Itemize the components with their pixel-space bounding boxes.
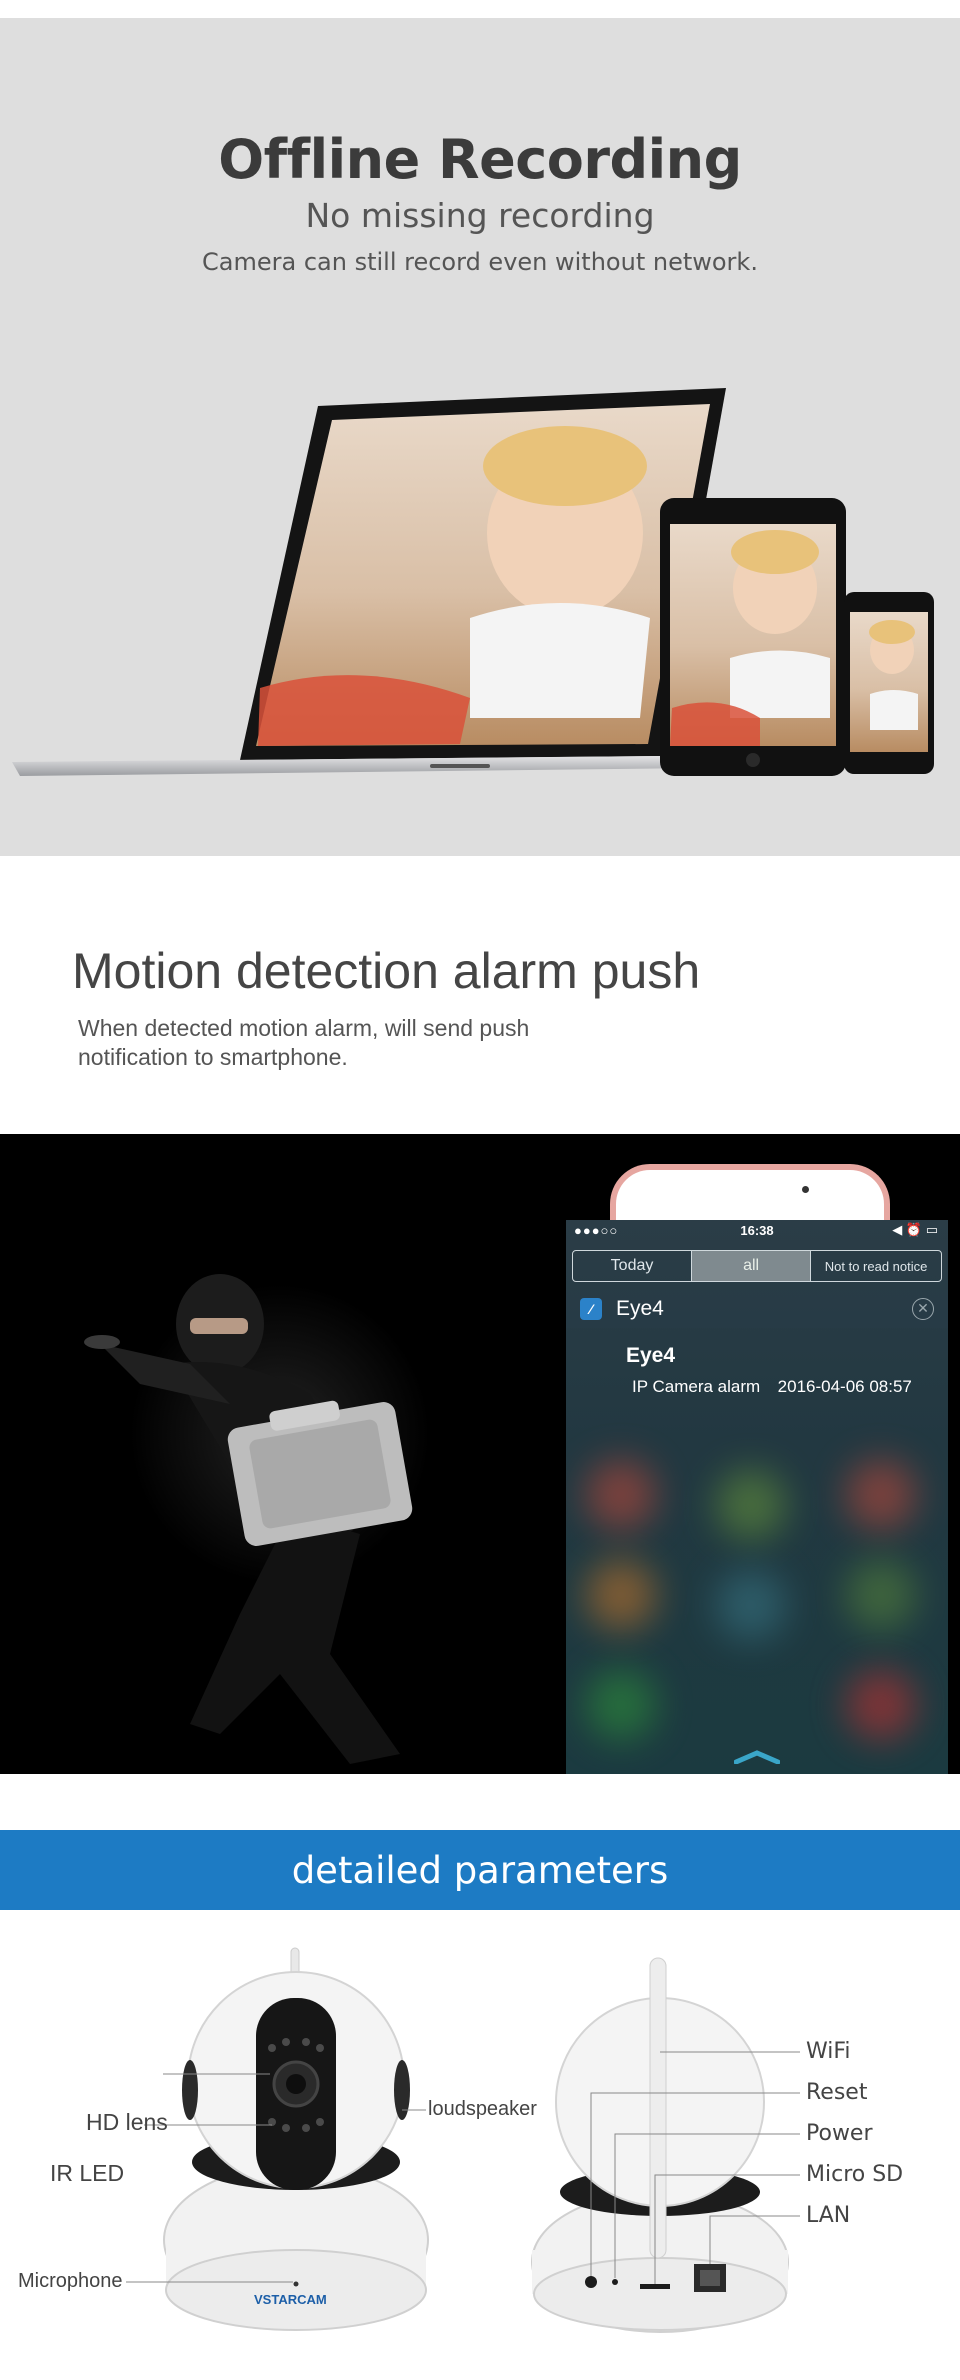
offline-recording-section: Offline Recording No missing recording C… — [0, 18, 960, 856]
notification-message: IP Camera alarm — [632, 1377, 761, 1396]
label-loudspeaker: loudspeaker — [428, 2098, 537, 2120]
laptop-illustration — [12, 388, 726, 776]
tablet-illustration — [660, 498, 846, 776]
label-lan: LAN — [806, 2203, 851, 2228]
notification-tabs: Today all Not to read notice — [572, 1250, 942, 1282]
brand-logo: VSTARCAM — [254, 2292, 327, 2307]
label-microphone: Microphone — [18, 2270, 123, 2292]
offline-subtitle: No missing recording — [305, 196, 655, 235]
label-hd-lens: HD lens — [86, 2109, 168, 2135]
tab-not-read[interactable]: Not to read notice — [811, 1251, 941, 1281]
phone-illustration — [844, 592, 934, 774]
tab-all[interactable]: all — [692, 1251, 812, 1281]
tab-today[interactable]: Today — [573, 1251, 693, 1281]
notification-title[interactable]: Eye4 — [626, 1344, 675, 1368]
label-ir-led: IR LED — [50, 2160, 125, 2186]
offline-description: Camera can still record even without net… — [202, 248, 758, 276]
motion-description-line1: When detected motion alarm, will send pu… — [78, 1015, 530, 1041]
devices-illustration — [12, 388, 934, 776]
notification-header: ⁄ Eye4 ✕ — [566, 1290, 948, 1328]
notification-date: 2016-04-06 08:57 — [777, 1377, 912, 1396]
notification-app-name: Eye4 — [616, 1297, 664, 1320]
notification-body[interactable]: IP Camera alarm 2016-04-06 08:57 — [632, 1377, 912, 1397]
status-bar: ●●●○○ 16:38 ◀ ⏰ ▭ — [566, 1220, 948, 1242]
motion-description: When detected motion alarm, will send pu… — [78, 1014, 698, 1072]
status-time: 16:38 — [740, 1223, 774, 1238]
parameters-heading-bar: detailed parameters — [0, 1830, 960, 1910]
thief-illustration — [84, 1274, 430, 1764]
camera-illustrations — [126, 1947, 800, 2333]
chevron-up-icon[interactable] — [734, 1750, 780, 1764]
back-camera — [531, 1957, 800, 2333]
phone-screen: ●●●○○ 16:38 ◀ ⏰ ▭ Today all Not to read … — [566, 1220, 948, 1774]
motion-alarm-section: ●●●○○ 16:38 ◀ ⏰ ▭ Today all Not to read … — [0, 1134, 960, 1774]
label-reset: Reset — [806, 2080, 868, 2105]
phone-frame — [610, 1164, 890, 1224]
close-icon[interactable]: ✕ — [912, 1298, 934, 1320]
label-micro-sd: Micro SD — [806, 2162, 904, 2187]
label-power: Power — [806, 2121, 873, 2146]
offline-title: Offline Recording — [218, 128, 742, 191]
battery-icon: ◀ ⏰ ▭ — [892, 1222, 938, 1237]
motion-title: Motion detection alarm push — [72, 943, 701, 999]
eye4-app-icon: ⁄ — [580, 1298, 602, 1320]
camera-diagram: HD lens IR LED Microphone loudspeaker VS… — [0, 1930, 960, 2380]
smartphone-notification: ●●●○○ 16:38 ◀ ⏰ ▭ Today all Not to read … — [560, 1164, 960, 1774]
parameters-heading: detailed parameters — [291, 1848, 669, 1892]
label-wifi: WiFi — [806, 2039, 851, 2064]
phone-camera — [802, 1186, 809, 1193]
front-camera — [126, 1947, 429, 2331]
motion-description-line2: notification to smartphone. — [78, 1044, 348, 1070]
